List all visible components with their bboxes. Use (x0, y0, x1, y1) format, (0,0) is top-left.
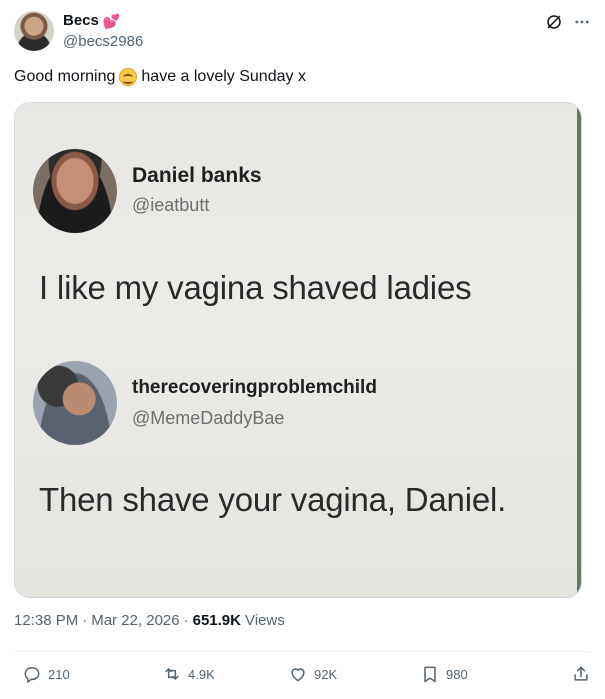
views-label: Views (244, 612, 285, 629)
tweet-date[interactable]: Mar 22, 2026 (91, 612, 179, 629)
quoted-avatar-second (33, 361, 117, 445)
heart-emoji-icon: 💕 (102, 12, 121, 29)
top-actions (545, 13, 591, 31)
views-count: 651.9K (192, 612, 241, 629)
smiling-face-emoji-icon (119, 68, 138, 86)
reply-icon (22, 664, 42, 684)
tweet-meta: 12:38 PM · Mar 22, 2026 · 651.9K Views (14, 612, 285, 629)
action-bar: 210 4.9K 92K 980 (14, 664, 591, 688)
quoted-text-first: I like my vagina shaved ladies (39, 269, 472, 306)
like-count: 92K (314, 666, 338, 682)
tweet-text-after: have a lovely Sunday x (141, 68, 306, 85)
repost-button[interactable]: 4.9K (162, 664, 215, 684)
more-icon[interactable] (573, 13, 591, 31)
quoted-avatar-first (33, 149, 117, 233)
quoted-handle-second: @MemeDaddyBae (132, 408, 285, 428)
bookmark-icon (420, 664, 440, 684)
like-button[interactable]: 92K (288, 664, 337, 684)
image-edge (577, 103, 581, 597)
author-display-name[interactable]: Becs (63, 12, 99, 29)
author-avatar[interactable] (14, 11, 54, 51)
tweet-text: Good morning have a lovely Sunday x (14, 67, 306, 87)
tweet-image[interactable]: Daniel banks @ieatbutt I like my vagina … (14, 102, 582, 598)
quoted-name-second: therecoveringproblemchild (132, 377, 377, 398)
author-handle[interactable]: @becs2986 (63, 33, 143, 50)
share-icon (571, 664, 591, 684)
quoted-name-first: Daniel banks (132, 164, 262, 187)
repost-count: 4.9K (188, 666, 215, 682)
tweet-text-before: Good morning (14, 68, 116, 85)
tweet-header: Becs 💕 @becs2986 (14, 11, 591, 55)
share-button[interactable] (571, 664, 591, 684)
repost-icon (162, 664, 182, 684)
quoted-handle-first: @ieatbutt (132, 195, 210, 215)
bookmark-button[interactable]: 980 (420, 664, 468, 684)
author-name-row: Becs 💕 (63, 12, 120, 29)
meta-separator: · (183, 612, 189, 629)
heart-icon (288, 664, 308, 684)
quoted-text-second: Then shave your vagina, Daniel. (39, 481, 507, 518)
bookmark-count: 980 (446, 666, 468, 682)
divider (14, 651, 591, 652)
meta-separator: · (82, 612, 88, 629)
reply-count: 210 (48, 666, 70, 682)
tweet-time[interactable]: 12:38 PM (14, 612, 78, 629)
reply-button[interactable]: 210 (22, 664, 70, 684)
grok-icon[interactable] (545, 13, 563, 31)
